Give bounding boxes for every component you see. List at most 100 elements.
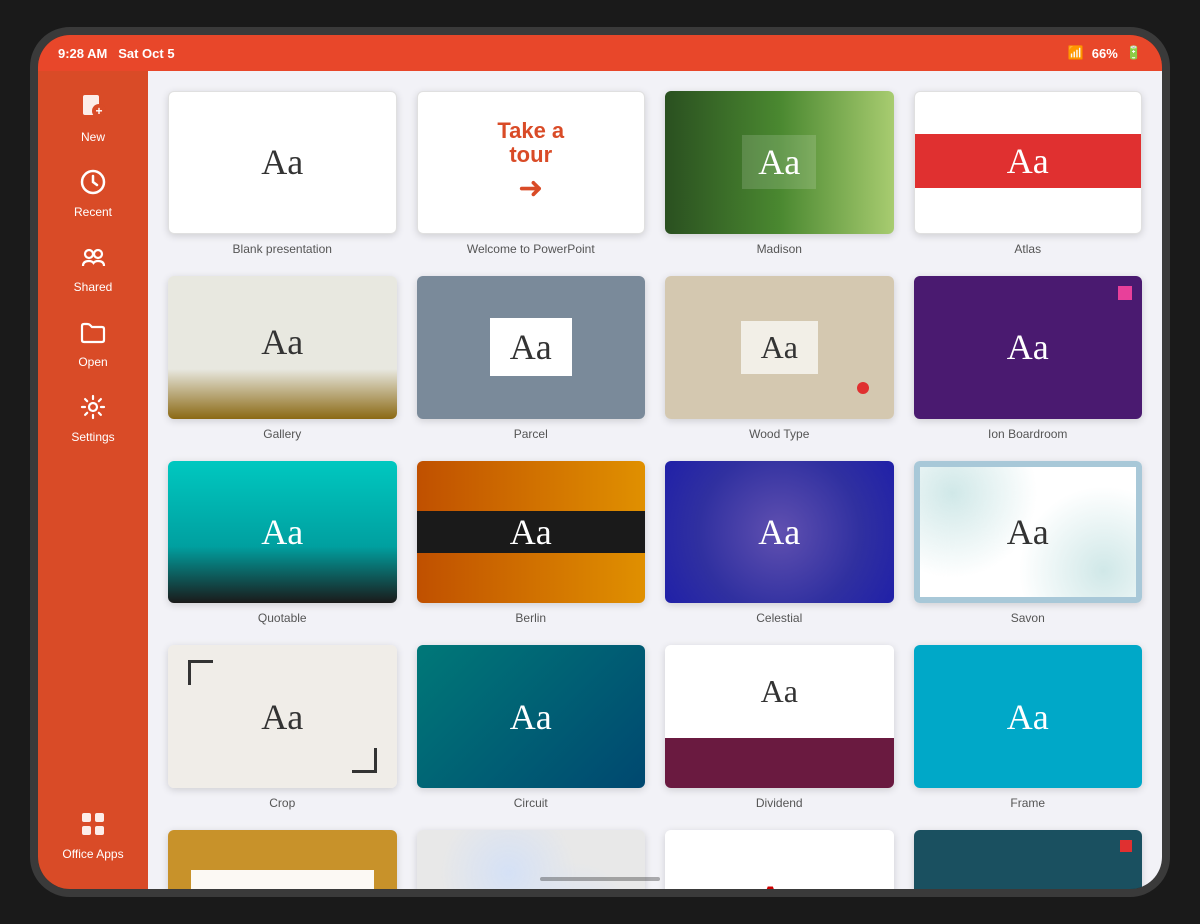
savon-aa: Aa: [1007, 511, 1049, 553]
new-icon: +: [79, 93, 107, 126]
open-icon: [79, 318, 107, 351]
template-thumb-blank[interactable]: Aa: [168, 91, 397, 234]
template-quotable[interactable]: Aa Quotable: [168, 461, 397, 626]
template-thumb-tour[interactable]: Take atour ➜: [417, 91, 646, 234]
template-thumb-frame[interactable]: Aa: [914, 645, 1143, 788]
template-thumb-main-event[interactable]: Aa: [665, 830, 894, 889]
sidebar-item-settings[interactable]: Settings: [38, 381, 148, 456]
main-event-aa: Aa: [757, 877, 801, 889]
template-crop[interactable]: Aa Crop: [168, 645, 397, 810]
parcel-inner: Aa: [417, 276, 646, 419]
celestial-inner: Aa: [665, 461, 894, 604]
quotable-inner: Aa: [168, 461, 397, 604]
template-gallery[interactable]: Aa Gallery: [168, 276, 397, 441]
main-event-inner: Aa: [665, 830, 894, 889]
frame-inner: Aa: [914, 645, 1143, 788]
template-thumb-celestial[interactable]: Aa: [665, 461, 894, 604]
main-content: Aa Blank presentation Take atour ➜ Welco…: [148, 71, 1162, 889]
template-thumb-berlin[interactable]: Aa: [417, 461, 646, 604]
frame-aa: Aa: [1007, 696, 1049, 738]
template-thumb-woodtype[interactable]: Aa: [665, 276, 894, 419]
template-thumb-madison[interactable]: Aa: [665, 91, 894, 234]
device-frame: 9:28 AM Sat Oct 5 📶 66% 🔋 + New: [30, 27, 1170, 897]
quotable-label: Quotable: [258, 611, 307, 625]
new-label: New: [81, 130, 105, 144]
circuit-label: Circuit: [514, 796, 548, 810]
shared-icon: [79, 243, 107, 276]
template-thumb-organic[interactable]: Aa: [168, 830, 397, 889]
frame-label: Frame: [1010, 796, 1045, 810]
template-circuit[interactable]: Aa Circuit: [417, 645, 646, 810]
dividend-aa: Aa: [761, 673, 798, 710]
berlin-label: Berlin: [515, 611, 546, 625]
template-thumb-parcel[interactable]: Aa: [417, 276, 646, 419]
template-thumb-quotable[interactable]: Aa: [168, 461, 397, 604]
sidebar-item-open[interactable]: Open: [38, 306, 148, 381]
madison-label: Madison: [757, 242, 802, 256]
template-tour[interactable]: Take atour ➜ Welcome to PowerPoint: [417, 91, 646, 256]
wifi-icon: 📶: [1068, 45, 1084, 61]
circuit-aa: Aa: [510, 696, 552, 738]
sidebar-item-office-apps[interactable]: Office Apps: [38, 798, 148, 873]
ion-inner: Aa: [914, 830, 1143, 889]
template-organic[interactable]: Aa Organic: [168, 830, 397, 889]
template-ion[interactable]: Aa Ion: [914, 830, 1143, 889]
organic-inner: Aa: [168, 830, 397, 889]
status-bar: 9:28 AM Sat Oct 5 📶 66% 🔋: [38, 35, 1162, 71]
savon-inner: Aa: [914, 461, 1143, 604]
main-event-white: Aa: [665, 830, 894, 889]
template-thumb-ion-boardroom[interactable]: Aa: [914, 276, 1143, 419]
parcel-box: Aa: [490, 318, 572, 376]
celestial-label: Celestial: [756, 611, 802, 625]
template-thumb-atlas[interactable]: Aa: [914, 91, 1143, 234]
madison-aa: Aa: [758, 141, 800, 183]
woodtype-dot: [857, 382, 869, 394]
template-berlin[interactable]: Aa Berlin: [417, 461, 646, 626]
template-madison[interactable]: Aa Madison: [665, 91, 894, 256]
parcel-aa: Aa: [510, 326, 552, 368]
gallery-label: Gallery: [263, 427, 301, 441]
template-main-event[interactable]: Aa Main Event: [665, 830, 894, 889]
status-time-date: 9:28 AM Sat Oct 5: [58, 46, 175, 61]
shared-label: Shared: [74, 280, 113, 294]
crop-bracket-tl: [188, 660, 213, 685]
template-parcel[interactable]: Aa Parcel: [417, 276, 646, 441]
template-blank[interactable]: Aa Blank presentation: [168, 91, 397, 256]
madison-box: Aa: [742, 135, 816, 189]
sidebar: + New Recent: [38, 71, 148, 889]
template-atlas[interactable]: Aa Atlas: [914, 91, 1143, 256]
crop-label: Crop: [269, 796, 295, 810]
template-woodtype[interactable]: Aa Wood Type: [665, 276, 894, 441]
template-thumb-crop[interactable]: Aa: [168, 645, 397, 788]
template-ion-boardroom[interactable]: Aa Ion Boardroom: [914, 276, 1143, 441]
template-thumb-ion[interactable]: Aa: [914, 830, 1143, 889]
berlin-aa: Aa: [510, 511, 552, 553]
woodtype-box: Aa: [741, 321, 818, 374]
template-thumb-savon[interactable]: Aa: [914, 461, 1143, 604]
template-thumb-dividend[interactable]: Aa: [665, 645, 894, 788]
template-thumb-circuit[interactable]: Aa: [417, 645, 646, 788]
template-celestial[interactable]: Aa Celestial: [665, 461, 894, 626]
template-frame[interactable]: Aa Frame: [914, 645, 1143, 810]
circuit-inner: Aa: [417, 645, 646, 788]
ion-red-accent: [1120, 840, 1132, 852]
parcel-label: Parcel: [514, 427, 548, 441]
ion-boardroom-label: Ion Boardroom: [988, 427, 1067, 441]
woodtype-inner: Aa: [665, 276, 894, 419]
sidebar-item-new[interactable]: + New: [38, 81, 148, 156]
gallery-aa: Aa: [261, 321, 303, 363]
celestial-aa: Aa: [758, 511, 800, 553]
template-savon[interactable]: Aa Savon: [914, 461, 1143, 626]
ion-aa: Aa: [1007, 881, 1049, 889]
sidebar-item-shared[interactable]: Shared: [38, 231, 148, 306]
app-container: + New Recent: [38, 71, 1162, 889]
template-dividend[interactable]: Aa Dividend: [665, 645, 894, 810]
atlas-red-bar: Aa: [915, 134, 1142, 188]
crop-bracket-br: [352, 748, 377, 773]
dividend-label: Dividend: [756, 796, 803, 810]
crop-inner: Aa: [168, 645, 397, 788]
battery-icon: 🔋: [1126, 45, 1142, 61]
ion-boardroom-aa: Aa: [1007, 326, 1049, 368]
template-thumb-gallery[interactable]: Aa: [168, 276, 397, 419]
sidebar-item-recent[interactable]: Recent: [38, 156, 148, 231]
